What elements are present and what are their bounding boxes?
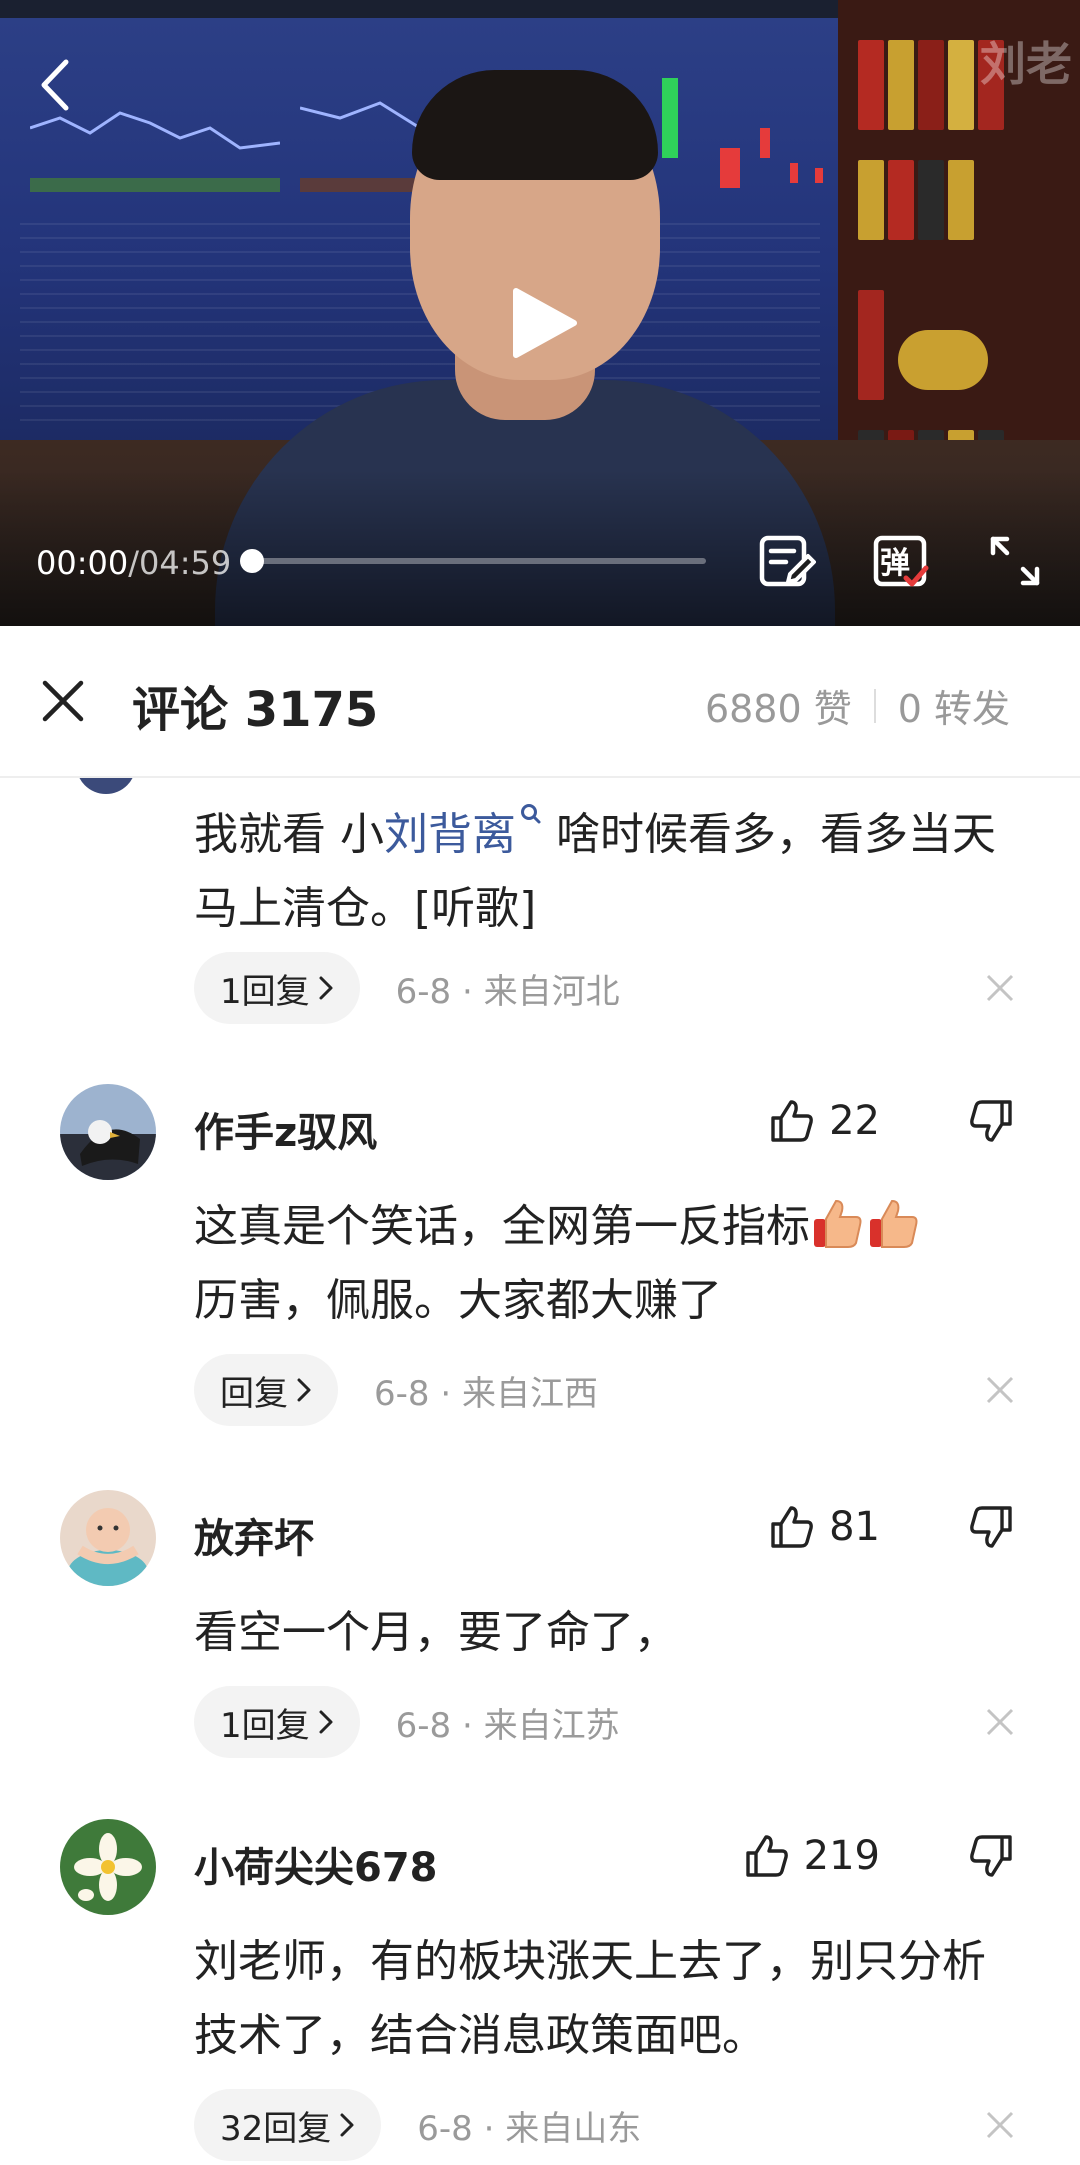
like-button[interactable]: 219 (744, 1833, 880, 1879)
comment-meta: 6-8 · 来自河北 (395, 971, 620, 1012)
thumbs-up-emoji-icon (870, 1199, 918, 1248)
play-icon (513, 288, 577, 358)
avatar[interactable] (60, 1490, 156, 1586)
chevron-right-icon (319, 1710, 333, 1734)
post-stats: 6880 赞 0 转发 (705, 678, 1010, 733)
avatar[interactable] (60, 1819, 156, 1915)
notes-button[interactable] (756, 530, 818, 592)
comment-meta: 6-8 · 来自山东 (417, 2108, 642, 2149)
comment-text: 这真是个笑话，全网第一反指标 历害，佩服。大家都大赚了 (194, 1190, 1024, 1338)
close-icon (986, 2111, 1014, 2139)
dismiss-button[interactable] (982, 970, 1018, 1006)
mention-link[interactable]: 刘背离 (384, 804, 542, 860)
view-replies-button[interactable]: 1回复 (194, 952, 360, 1024)
thumbs-down-icon (970, 1835, 1012, 1877)
duration: /04:59 (128, 544, 232, 582)
comment-meta: 6-8 · 来自江苏 (395, 1705, 620, 1746)
video-background-candles (662, 78, 823, 188)
username[interactable]: 小荷尖尖678 (194, 1835, 438, 1893)
fullscreen-icon (990, 536, 1040, 586)
current-time: 00:00 (36, 544, 129, 582)
video-player[interactable]: 刘老 00:00/04:59 弹 (0, 0, 1080, 626)
video-time: 00:00/04:59 (36, 540, 231, 586)
like-count: 6880 赞 (704, 687, 852, 731)
comment-list[interactable]: 我就看 小刘背离 啥时候看多，看多当天马上清仓。[听歌] 1回复 6-8 · 来… (0, 778, 1080, 2165)
dislike-button[interactable] (964, 1829, 1018, 1883)
like-button[interactable]: 81 (769, 1504, 880, 1550)
close-icon (986, 974, 1014, 1002)
close-icon (986, 1708, 1014, 1736)
dismiss-button[interactable] (982, 1372, 1018, 1408)
flower-avatar-image (60, 1819, 156, 1915)
dislike-button[interactable] (964, 1500, 1018, 1554)
comment-meta: 6-8 · 来自江西 (374, 1373, 598, 1414)
avatar[interactable] (60, 1084, 156, 1180)
notes-edit-icon (759, 535, 816, 587)
comment-text: 看空一个月，要了命了， (194, 1607, 678, 1658)
danmaku-label: 弹 (880, 546, 910, 581)
back-button[interactable] (30, 55, 80, 115)
stats-divider (873, 688, 876, 723)
like-count: 22 (829, 1098, 880, 1144)
search-icon (521, 804, 541, 824)
play-button[interactable] (502, 283, 582, 363)
thumbs-up-icon (745, 1835, 788, 1877)
username[interactable]: 放弃坏 (194, 1506, 314, 1564)
comment-text: 刘老师，有的板块涨天上去了，别只分析技术了，结合消息政策面吧。 (194, 1936, 986, 2061)
username[interactable]: 作手z驭风 (194, 1100, 377, 1158)
comment-header: 评论 3175 6880 赞 0 转发 (0, 626, 1080, 778)
fullscreen-button[interactable] (984, 530, 1046, 592)
thumbs-down-icon (970, 1100, 1012, 1142)
avatar[interactable] (76, 778, 136, 794)
view-replies-button[interactable]: 32回复 (194, 2089, 382, 2161)
baby-avatar-image (60, 1490, 156, 1586)
eagle-avatar-image (60, 1084, 156, 1180)
thumbs-down-icon (970, 1506, 1012, 1548)
close-icon (986, 1376, 1014, 1404)
dislike-button[interactable] (964, 1094, 1018, 1148)
thumbs-up-icon (771, 1100, 813, 1142)
back-arrow-icon (41, 59, 69, 111)
comment-text: 我就看 小刘背离 啥时候看多，看多当天马上清仓。[听歌] (194, 798, 1024, 946)
video-watermark: 刘老 (980, 37, 1072, 91)
thumbs-up-icon (771, 1506, 813, 1548)
progress-handle[interactable] (240, 549, 264, 573)
chevron-right-icon (319, 976, 333, 1000)
dismiss-button[interactable] (982, 1704, 1018, 1740)
close-comments-button[interactable] (36, 674, 90, 728)
chevron-right-icon (297, 1378, 311, 1402)
like-count: 81 (829, 1504, 880, 1550)
view-replies-button[interactable]: 1回复 (194, 1686, 360, 1758)
comments-title: 评论 3175 (132, 682, 379, 738)
close-icon (42, 680, 84, 722)
danmaku-button[interactable]: 弹 (870, 530, 932, 592)
chevron-right-icon (340, 2113, 354, 2137)
like-button[interactable]: 22 (769, 1098, 880, 1144)
dismiss-button[interactable] (982, 2107, 1018, 2143)
progress-bar[interactable] (240, 549, 706, 573)
thumbs-up-emoji-icon (814, 1199, 862, 1248)
share-count: 0 转发 (897, 687, 1010, 731)
reply-button[interactable]: 回复 (194, 1354, 338, 1426)
like-count: 219 (803, 1833, 880, 1879)
